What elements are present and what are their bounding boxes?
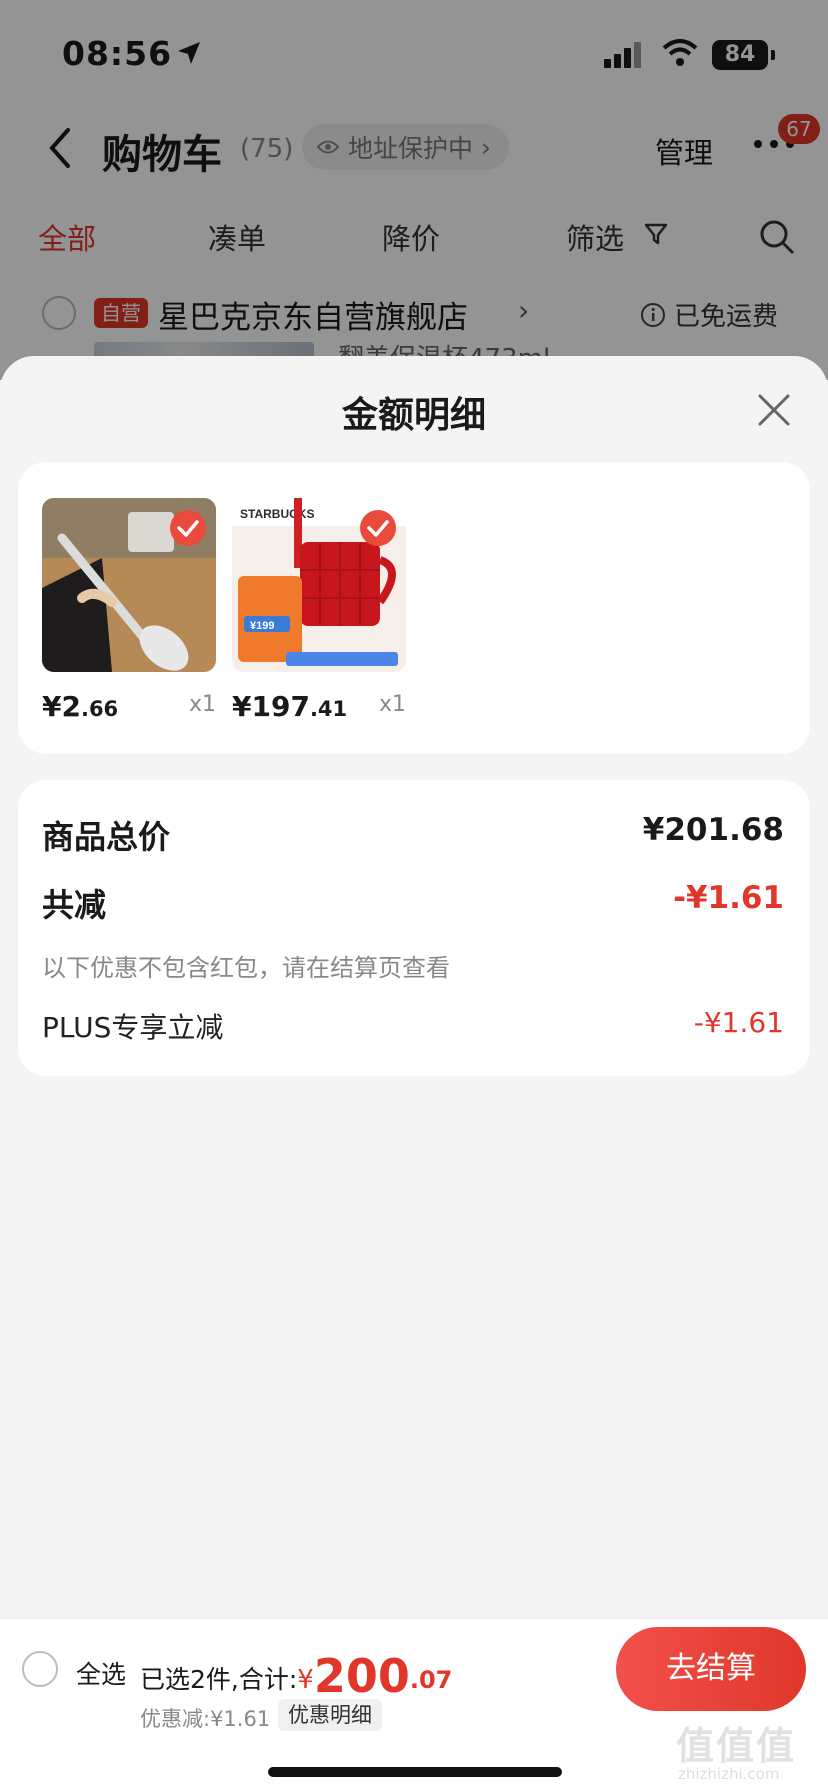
item-price: ¥2.66 [42,690,119,723]
checkout-button[interactable]: 去结算 [616,1627,806,1711]
item-spoon[interactable]: ¥2.66 x1 [42,498,216,723]
select-all-checkbox[interactable] [22,1651,58,1687]
close-icon[interactable] [756,392,792,428]
watermark-logo: 值值值 [676,1724,797,1768]
sheet-title: 金额明细 [341,395,486,436]
amount-detail-sheet: 金额明细 ¥2.66 x1 STARBUCKS ¥199 ¥197.41 x1 … [0,356,828,1792]
select-all-label[interactable]: 全选 [76,1655,126,1691]
checked-icon [360,510,396,546]
plus-discount-value: -¥1.61 [693,1006,784,1039]
checkout-bar: 全选 已选2件,合计:¥200.07 优惠减:¥1.61 优惠明细 去结算 值值… [0,1618,828,1792]
reduction-note: 以下优惠不包含红包，请在结算页查看 [42,954,450,982]
total-price-label: 商品总价 [42,818,171,856]
item-mug[interactable]: STARBUCKS ¥199 ¥197.41 x1 [232,498,406,723]
item-image [42,498,216,672]
reduction-value: -¥1.61 [673,880,784,916]
item-quantity: x1 [378,692,406,717]
modal-dim-overlay[interactable] [0,0,828,380]
discount-amount: 优惠减:¥1.61 [140,1707,271,1731]
item-price: ¥197.41 [232,690,348,723]
svg-text:STARBUCKS: STARBUCKS [240,507,314,521]
home-indicator[interactable] [268,1767,562,1777]
item-image: STARBUCKS ¥199 [232,498,406,672]
discount-detail-button[interactable]: 优惠明细 [278,1699,382,1731]
selected-items-card: ¥2.66 x1 STARBUCKS ¥199 ¥197.41 x1 [18,462,810,754]
total-price-value: ¥201.68 [642,812,784,848]
watermark-url: zhizhizhi.com [678,1765,780,1783]
item-quantity: x1 [188,692,216,717]
price-summary-card: 商品总价 ¥201.68 共减 -¥1.61 以下优惠不包含红包，请在结算页查看… [18,780,810,1076]
checked-icon [170,510,206,546]
plus-discount-label: PLUS专享立减 [42,1011,224,1044]
total-summary: 已选2件,合计:¥200.07 [140,1649,453,1703]
svg-text:¥199: ¥199 [250,620,274,632]
reduction-label: 共减 [42,886,107,924]
